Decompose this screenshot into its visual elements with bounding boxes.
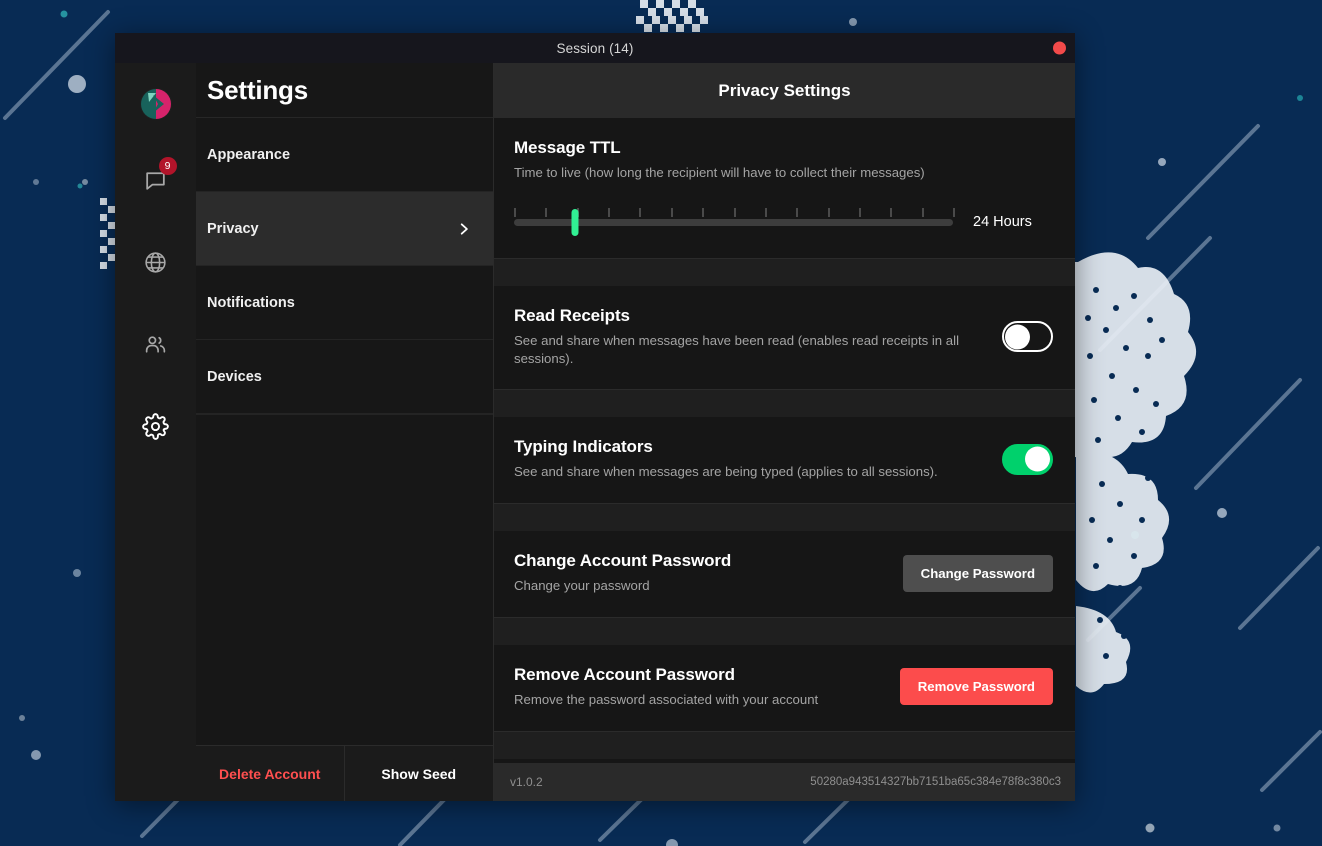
content-column: Privacy Settings Message TTL Time to liv… (494, 63, 1075, 801)
settings-menu: Appearance Privacy Notifications Devices (196, 118, 493, 745)
toggle-knob (1005, 324, 1030, 349)
delete-account-button[interactable]: Delete Account (196, 746, 345, 801)
ttl-slider[interactable] (514, 208, 953, 236)
session-logo-icon (139, 87, 173, 121)
content-header: Privacy Settings (494, 63, 1075, 118)
section-gap (494, 731, 1075, 759)
change-password-button[interactable]: Change Password (903, 555, 1053, 592)
content-footer: v1.0.2 50280a943514327bb7151ba65c384e78f… (494, 763, 1075, 801)
section-read-receipts: Read Receipts See and share when message… (494, 286, 1075, 390)
content-title: Privacy Settings (718, 81, 850, 101)
section-change-password: Change Account Password Change your pass… (494, 531, 1075, 617)
sidebar-item-contacts[interactable] (139, 327, 173, 361)
menu-item-notifications[interactable]: Notifications (196, 266, 493, 340)
page-title: Settings (207, 75, 308, 106)
menu-item-label: Devices (207, 369, 262, 385)
section-gap (494, 617, 1075, 645)
chevron-right-icon (457, 222, 471, 236)
ttl-slider-thumb[interactable] (572, 209, 579, 236)
section-title: Read Receipts (514, 306, 984, 326)
close-dot-icon[interactable] (1053, 42, 1066, 55)
show-seed-button[interactable]: Show Seed (345, 746, 494, 801)
remove-password-button[interactable]: Remove Password (900, 668, 1053, 705)
menu-item-appearance[interactable]: Appearance (196, 118, 493, 192)
content-scroll-area[interactable]: Message TTL Time to live (how long the r… (494, 118, 1075, 763)
section-title: Typing Indicators (514, 437, 938, 457)
window-title: Session (14) (557, 41, 634, 56)
ttl-value-label: 24 Hours (973, 214, 1053, 230)
sidebar-item-network[interactable] (139, 245, 173, 279)
menu-item-privacy[interactable]: Privacy (196, 192, 493, 266)
globe-icon (143, 250, 168, 275)
menu-item-devices[interactable]: Devices (196, 340, 493, 414)
messages-unread-badge: 9 (159, 157, 177, 175)
section-title: Message TTL (514, 138, 1053, 158)
section-gap (494, 503, 1075, 531)
app-version: v1.0.2 (510, 775, 543, 789)
build-hash: 50280a943514327bb7151ba65c384e78f8c380c3 (810, 776, 1061, 788)
section-description: See and share when messages have been re… (514, 332, 984, 368)
settings-footer: Delete Account Show Seed (196, 745, 493, 801)
section-title: Remove Account Password (514, 665, 818, 685)
section-description: Change your password (514, 577, 731, 595)
menu-item-label: Appearance (207, 147, 290, 163)
section-remove-password: Remove Account Password Remove the passw… (494, 645, 1075, 731)
toggle-knob (1025, 447, 1050, 472)
sidebar-item-messages[interactable]: 9 (139, 163, 173, 197)
section-description: Remove the password associated with your… (514, 691, 818, 709)
sidebar-item-settings[interactable] (139, 409, 173, 443)
menu-item-label: Notifications (207, 295, 295, 311)
gear-icon (142, 413, 169, 440)
section-description: See and share when messages are being ty… (514, 463, 938, 481)
section-title: Change Account Password (514, 551, 731, 571)
window-titlebar: Session (14) (115, 33, 1075, 63)
read-receipts-toggle[interactable] (1002, 321, 1053, 352)
content-bottom-filler (494, 759, 1075, 763)
app-window: Session (14) 9 (115, 33, 1075, 801)
section-typing-indicators: Typing Indicators See and share when mes… (494, 417, 1075, 503)
contacts-people-icon (143, 332, 168, 357)
ttl-slider-wrap: 24 Hours (514, 208, 1053, 236)
icon-rail: 9 (115, 63, 196, 801)
typing-indicators-toggle[interactable] (1002, 444, 1053, 475)
section-gap (494, 258, 1075, 286)
ttl-slider-track (514, 219, 953, 226)
section-description: Time to live (how long the recipient wil… (514, 164, 984, 182)
window-body: 9 (115, 63, 1075, 801)
settings-menu-spacer (196, 414, 493, 415)
settings-header: Settings (196, 63, 493, 118)
section-gap (494, 389, 1075, 417)
settings-column: Settings Appearance Privacy Notification… (196, 63, 494, 801)
ttl-slider-ticks (514, 208, 953, 217)
section-message-ttl: Message TTL Time to live (how long the r… (494, 118, 1075, 258)
menu-item-label: Privacy (207, 221, 259, 237)
